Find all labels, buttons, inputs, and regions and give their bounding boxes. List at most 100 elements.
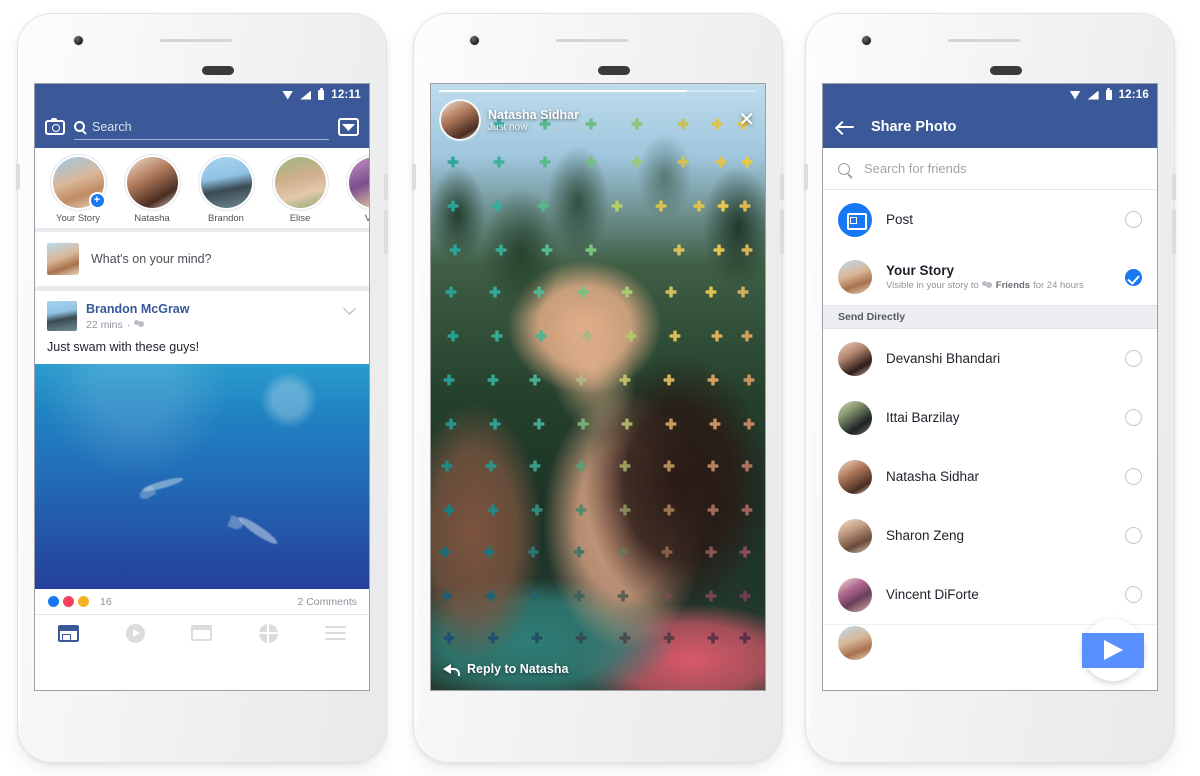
friend-row[interactable]: Natasha Sidhar bbox=[823, 447, 1157, 506]
destination-row-your-story[interactable]: Your Story Visible in your story to Frie… bbox=[823, 249, 1157, 305]
friend-row[interactable]: Sharon Zeng bbox=[823, 506, 1157, 565]
status-clock: 12:16 bbox=[1118, 89, 1149, 101]
story-item-brandon[interactable]: Brandon bbox=[189, 157, 263, 224]
avatar[interactable] bbox=[441, 101, 479, 139]
close-icon[interactable]: ✕ bbox=[738, 110, 755, 130]
reaction-like-icon bbox=[47, 595, 60, 609]
tab-menu[interactable] bbox=[324, 626, 346, 641]
radio-friend[interactable] bbox=[1125, 350, 1142, 367]
phone-3-screen: 12:16 Share Photo Search for friends Pos… bbox=[823, 84, 1157, 690]
avatar bbox=[838, 459, 872, 494]
battery-icon bbox=[318, 88, 325, 100]
avatar bbox=[47, 243, 79, 275]
play-icon bbox=[125, 623, 145, 643]
destination-row-post[interactable]: Post bbox=[823, 190, 1157, 249]
avatar bbox=[838, 341, 872, 376]
post-photo[interactable] bbox=[35, 364, 369, 590]
phone-2-screen: Natasha Sidhar Just now ✕ Reply to Natas… bbox=[431, 84, 765, 690]
search-input[interactable]: Search bbox=[74, 114, 329, 140]
send-button[interactable] bbox=[1082, 619, 1144, 681]
radio-post[interactable] bbox=[1125, 211, 1142, 228]
post-badge-icon bbox=[838, 202, 872, 237]
app-header: Search bbox=[35, 106, 369, 148]
friend-name: Sharon Zeng bbox=[886, 527, 965, 543]
add-story-plus-icon[interactable]: + bbox=[88, 192, 106, 209]
bottom-tab-bar bbox=[35, 615, 369, 652]
send-button-inner bbox=[1082, 632, 1144, 668]
search-icon bbox=[838, 162, 850, 175]
story-author-name: Natasha Sidhar bbox=[488, 107, 580, 122]
post-timestamp: 22 mins bbox=[86, 318, 123, 331]
phone-1-right-button-2 bbox=[384, 210, 388, 254]
story-reply-bar[interactable]: Reply to Natasha bbox=[443, 662, 568, 676]
friend-search-input[interactable]: Search for friends bbox=[823, 148, 1157, 190]
story-item-your-story[interactable]: + Your Story bbox=[41, 157, 115, 224]
friend-name: Vincent DiForte bbox=[886, 586, 979, 602]
phone-3-left-button bbox=[804, 164, 808, 190]
friend-row[interactable]: Ittai Barzilay bbox=[823, 388, 1157, 447]
friend-name: Natasha Sidhar bbox=[886, 468, 980, 484]
destination-title: Post bbox=[886, 211, 914, 227]
hamburger-menu-icon bbox=[324, 626, 346, 641]
story-viewer[interactable]: Natasha Sidhar Just now ✕ Reply to Natas… bbox=[431, 84, 765, 690]
camera-icon[interactable] bbox=[45, 117, 65, 135]
friend-name: Devanshi Bhandari bbox=[886, 350, 1001, 366]
earpiece-slit bbox=[556, 39, 628, 42]
phone-2-right-button-2 bbox=[780, 210, 784, 254]
back-arrow-icon[interactable] bbox=[837, 120, 855, 134]
page-title: Share Photo bbox=[871, 119, 957, 135]
friend-row[interactable]: Devanshi Bhandari bbox=[823, 329, 1157, 388]
reply-arrow-icon bbox=[443, 663, 460, 676]
avatar bbox=[838, 400, 872, 435]
subtitle-pre: Visible in your story to bbox=[886, 279, 979, 291]
post-submeta: 22 mins · bbox=[86, 318, 335, 332]
phone-1-right-button bbox=[384, 174, 388, 200]
reaction-wow-icon bbox=[77, 595, 90, 609]
status-bar: 12:16 bbox=[823, 84, 1157, 106]
post-meta: Brandon McGraw 22 mins · bbox=[86, 301, 335, 332]
phone-3-right-button bbox=[1172, 174, 1176, 200]
tab-marketplace[interactable] bbox=[191, 625, 213, 642]
radio-friend[interactable] bbox=[1125, 409, 1142, 426]
earpiece-slit bbox=[948, 39, 1020, 42]
radio-your-story-selected[interactable] bbox=[1125, 268, 1142, 286]
destination-subtitle: Visible in your story to Friends for 24 … bbox=[886, 280, 1111, 292]
phone-2-frame: Natasha Sidhar Just now ✕ Reply to Natas… bbox=[412, 14, 784, 762]
reaction-count[interactable]: 16 bbox=[100, 596, 112, 608]
tab-notifications[interactable] bbox=[259, 623, 279, 643]
story-label: Vinc bbox=[365, 213, 369, 224]
tab-news-feed[interactable] bbox=[58, 624, 80, 642]
status-composer[interactable]: What's on your mind? bbox=[35, 232, 369, 291]
comment-count[interactable]: 2 Comments bbox=[297, 596, 357, 608]
friend-row[interactable]: Vincent DiForte bbox=[823, 565, 1157, 624]
screenshot-stage: 12:11 Search + Your Story Natasha Brando… bbox=[0, 0, 1200, 776]
avatar bbox=[838, 625, 872, 660]
signal-icon bbox=[300, 90, 312, 100]
post-author-name[interactable]: Brandon McGraw bbox=[86, 301, 335, 318]
avatar bbox=[200, 157, 252, 208]
radio-friend[interactable] bbox=[1125, 527, 1142, 544]
messenger-inbox-icon[interactable] bbox=[338, 118, 359, 136]
story-label: Your Story bbox=[55, 213, 100, 224]
story-item-natasha[interactable]: Natasha bbox=[115, 157, 189, 224]
wifi-icon bbox=[282, 90, 294, 100]
story-item-elise[interactable]: Elise bbox=[263, 157, 337, 224]
phone-3-right-button-2 bbox=[1172, 210, 1176, 254]
chevron-down-icon[interactable] bbox=[344, 301, 357, 314]
radio-friend[interactable] bbox=[1125, 586, 1142, 603]
avatar bbox=[838, 260, 872, 294]
signal-icon bbox=[1087, 90, 1099, 100]
status-clock: 12:11 bbox=[331, 89, 361, 101]
story-header: Natasha Sidhar Just now ✕ bbox=[441, 101, 755, 139]
phone-1-screen: 12:11 Search + Your Story Natasha Brando… bbox=[35, 84, 369, 690]
tab-video[interactable] bbox=[125, 623, 145, 643]
front-camera-icon bbox=[862, 36, 871, 45]
avatar[interactable] bbox=[47, 301, 77, 331]
stories-tray[interactable]: + Your Story Natasha Brandon Elise bbox=[35, 148, 369, 232]
story-item-vincent[interactable]: Vinc bbox=[337, 157, 369, 224]
destination-title: Your Story bbox=[886, 263, 955, 279]
story-progress-bar bbox=[439, 90, 757, 92]
avatar bbox=[838, 577, 872, 612]
radio-friend[interactable] bbox=[1125, 468, 1142, 485]
reply-placeholder: Reply to Natasha bbox=[467, 662, 569, 676]
